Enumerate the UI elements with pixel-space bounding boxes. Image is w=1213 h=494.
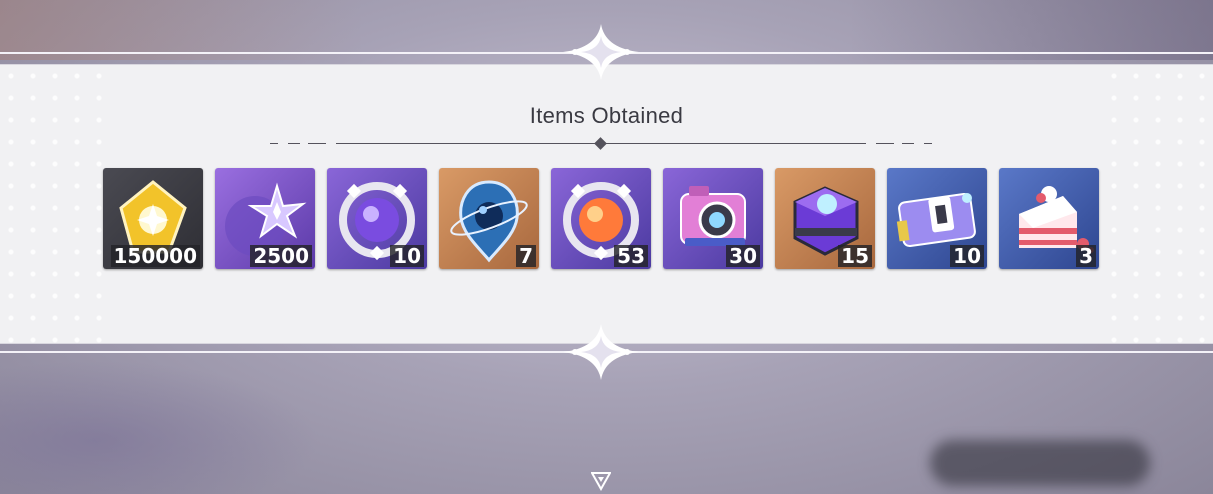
sparkle-emblem-icon	[563, 24, 639, 80]
item-slot-cake-slice[interactable]: 3	[999, 168, 1099, 269]
down-triangle-icon[interactable]	[591, 471, 611, 491]
item-slot-gold-crystal[interactable]: 150000	[103, 168, 203, 269]
item-count: 10	[950, 245, 984, 267]
item-slot-camera[interactable]: 30	[663, 168, 763, 269]
item-count: 30	[726, 245, 760, 267]
item-count: 150000	[110, 245, 200, 267]
sparkle-emblem-icon	[563, 324, 639, 380]
item-count: 3	[1076, 245, 1096, 267]
item-count: 53	[614, 245, 648, 267]
title-divider	[270, 137, 932, 150]
panel-title: Items Obtained	[529, 103, 684, 128]
reward-panel: Items Obtained 150000 2500 10 7 53 30 15…	[0, 64, 1213, 345]
item-count: 2500	[250, 245, 312, 267]
item-slot-planet-badge[interactable]: 7	[439, 168, 539, 269]
item-count: 10	[390, 245, 424, 267]
item-count: 15	[838, 245, 872, 267]
item-slot-orange-orb-ring[interactable]: 53	[551, 168, 651, 269]
background-blurred-button	[930, 440, 1150, 486]
item-slot-purple-orb-ring[interactable]: 10	[327, 168, 427, 269]
background-left-blur	[0, 360, 320, 494]
item-count: 7	[516, 245, 536, 267]
item-slot-data-box[interactable]: 15	[775, 168, 875, 269]
item-slot-star-fragment[interactable]: 2500	[215, 168, 315, 269]
item-slot-ticket-card[interactable]: 10	[887, 168, 987, 269]
